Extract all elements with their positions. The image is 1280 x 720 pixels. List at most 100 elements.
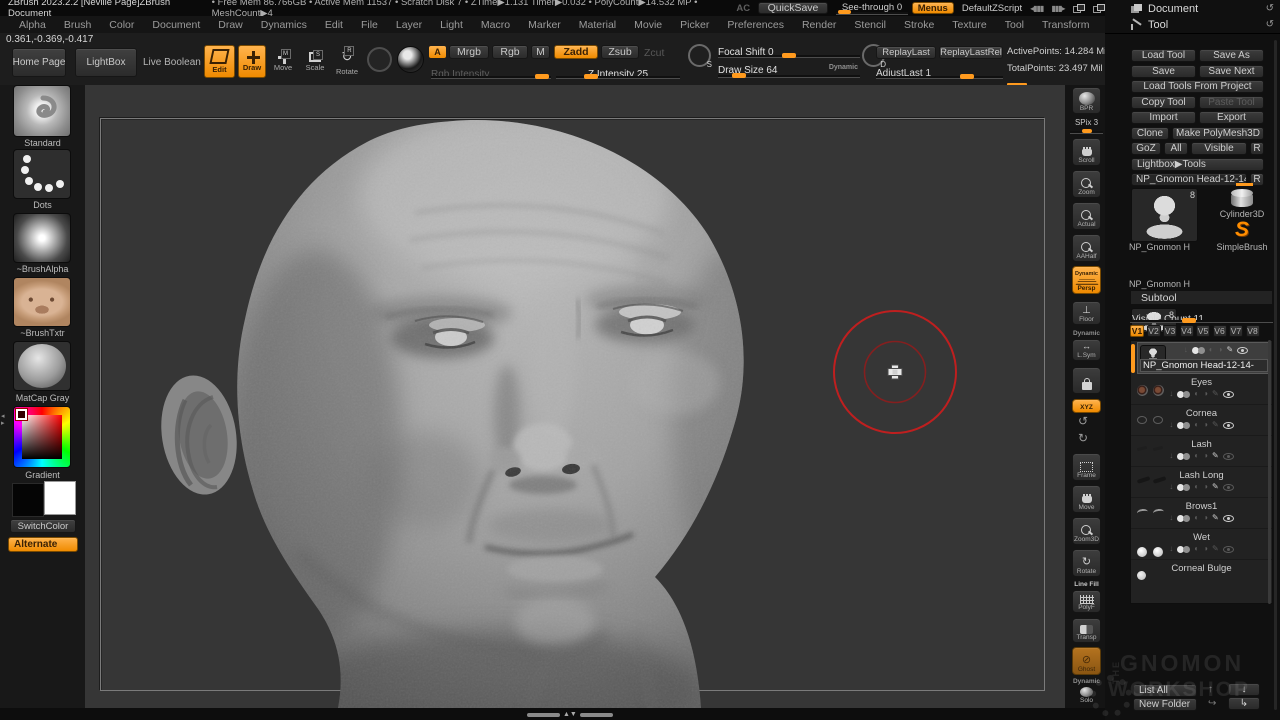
polypaint-icon[interactable]	[1192, 347, 1205, 354]
alternate-button[interactable]: Alternate	[8, 537, 78, 552]
rgb-intensity-slider[interactable]: Rgb Intensity	[431, 64, 551, 78]
lightbox-tools-button[interactable]: Lightbox▶Tools	[1131, 158, 1264, 171]
sculpt-pencil-icon[interactable]: ✎	[1212, 545, 1219, 553]
uv-icon[interactable]: ◐	[1194, 421, 1199, 429]
rotate-3d-button[interactable]: ↻ Rotate	[1072, 549, 1101, 577]
aahalf-button[interactable]: AAHalf	[1072, 234, 1101, 262]
spin-left-icon[interactable]: ↺	[1078, 416, 1088, 427]
menu-stroke[interactable]: Stroke	[895, 19, 943, 31]
save-button[interactable]: Save	[1131, 65, 1196, 78]
persp-button[interactable]: Dynamic Persp	[1072, 266, 1101, 294]
tab-v7[interactable]: V7	[1229, 325, 1243, 337]
subtool-row-eyes[interactable]: Eyes ↓ ◐ ◑ ✎	[1131, 374, 1272, 405]
load-tool-button[interactable]: Load Tool	[1131, 49, 1196, 62]
shrink-icon[interactable]: ↓	[1169, 483, 1173, 491]
focal-shift-slider[interactable]: Focal Shift 0	[718, 42, 860, 56]
menu-brush[interactable]: Brush	[55, 19, 100, 31]
edit-button[interactable]: Edit	[204, 45, 235, 78]
menu-movie[interactable]: Movie	[625, 19, 671, 31]
goz-visible-button[interactable]: Visible	[1191, 142, 1247, 155]
menu-layer[interactable]: Layer	[387, 19, 431, 31]
tab-v4[interactable]: V4	[1180, 325, 1194, 337]
home-page-button[interactable]: Home Page	[12, 48, 66, 77]
tab-v6[interactable]: V6	[1213, 325, 1227, 337]
color-picker[interactable]	[13, 406, 71, 468]
main-color-swatch[interactable]	[12, 483, 44, 517]
subtool-scrollbar[interactable]	[1268, 340, 1271, 604]
subtool-row-brows1[interactable]: Brows1 ↓ ◐ ◑ ✎	[1131, 498, 1272, 529]
subtool-row-corneal-bulge[interactable]: Corneal Bulge	[1131, 560, 1272, 591]
shrink-icon[interactable]: ↓	[1184, 346, 1188, 354]
m-button[interactable]: M	[531, 45, 550, 59]
spin-right-icon[interactable]: ↻	[1078, 433, 1088, 444]
menu-draw[interactable]: Draw	[209, 19, 252, 31]
menu-document[interactable]: Document	[143, 19, 209, 31]
contrast-icon[interactable]: ◑	[1203, 545, 1208, 553]
visibility-eye-icon[interactable]	[1223, 546, 1234, 553]
menu-picker[interactable]: Picker	[671, 19, 718, 31]
shrink-icon[interactable]: ↓	[1169, 421, 1173, 429]
polypaint-icon[interactable]	[1177, 546, 1190, 553]
current-texture-thumb[interactable]	[13, 277, 71, 327]
sculpt-pencil-icon[interactable]: ✎	[1212, 514, 1219, 522]
saturation-square[interactable]	[22, 415, 62, 459]
replay-last-button[interactable]: ReplayLast	[876, 46, 936, 59]
transp-button[interactable]: Transp	[1072, 618, 1101, 643]
tab-v1[interactable]: V1	[1130, 325, 1144, 337]
visibility-eye-icon[interactable]	[1223, 422, 1234, 429]
menu-texture[interactable]: Texture	[943, 19, 995, 31]
goz-r-button[interactable]: R	[1250, 142, 1264, 155]
visibility-eye-icon[interactable]	[1223, 515, 1234, 522]
load-tools-from-project-button[interactable]: Load Tools From Project	[1131, 80, 1264, 93]
live-boolean-label[interactable]: Live Boolean	[143, 57, 201, 68]
polypaint-icon[interactable]	[1177, 515, 1190, 522]
tray-divider-left[interactable]	[527, 713, 560, 717]
move-button[interactable]: M Move	[269, 45, 297, 78]
menu-stencil[interactable]: Stencil	[845, 19, 895, 31]
palette-scrollbar[interactable]	[1274, 40, 1277, 710]
secondary-color-swatch[interactable]	[44, 481, 76, 515]
quicksave-button[interactable]: QuickSave	[758, 2, 828, 14]
menu-transform[interactable]: Transform	[1033, 19, 1098, 31]
current-matcap-thumb[interactable]	[13, 341, 71, 391]
menu-tool[interactable]: Tool	[996, 19, 1033, 31]
move-out-button[interactable]: ↳	[1228, 697, 1260, 710]
menu-material[interactable]: Material	[570, 19, 625, 31]
polypaint-icon[interactable]	[1177, 453, 1190, 460]
color-swatch-badge[interactable]: A	[429, 46, 446, 58]
lsym-button[interactable]: ↔ L.Sym	[1072, 339, 1101, 361]
subtool-header[interactable]: Subtool	[1130, 290, 1273, 305]
copy-config-icon[interactable]	[1073, 4, 1085, 13]
shrink-icon[interactable]: ↓	[1169, 390, 1173, 398]
new-folder-button[interactable]: New Folder	[1133, 698, 1197, 711]
visibility-eye-icon[interactable]	[1223, 453, 1234, 460]
tool-restore-icon[interactable]: ↺	[1266, 19, 1274, 30]
sculpt-pencil-icon[interactable]: ✎	[1212, 390, 1219, 398]
lightbox-button[interactable]: LightBox	[75, 48, 137, 77]
tab-v8[interactable]: V8	[1246, 325, 1260, 337]
uv-icon[interactable]: ◐	[1194, 545, 1199, 553]
spix-slider[interactable]	[1070, 129, 1103, 134]
document-restore-icon[interactable]: ↺	[1266, 3, 1274, 14]
subtool-row-wet[interactable]: Wet ↓ ◐ ◑ ✎	[1131, 529, 1272, 560]
draw-button[interactable]: Draw	[238, 45, 266, 78]
contrast-icon[interactable]: ◑	[1218, 346, 1223, 354]
solo-button[interactable]: Solo	[1072, 686, 1101, 705]
subtool-row-lash[interactable]: Lash ↓ ◐ ◑ ✎	[1131, 436, 1272, 467]
list-all-button[interactable]: List All	[1133, 684, 1197, 697]
polypaint-icon[interactable]	[1177, 391, 1190, 398]
polyframe-button[interactable]: PolyF	[1072, 590, 1101, 613]
menu-dynamics[interactable]: Dynamics	[252, 19, 316, 31]
menu-marker[interactable]: Marker	[519, 19, 570, 31]
subtool-row-lash-long[interactable]: Lash Long ↓ ◐ ◑ ✎	[1131, 467, 1272, 498]
current-brush-thumb[interactable]	[13, 85, 71, 137]
xyz-button[interactable]: XYZ	[1072, 399, 1101, 413]
tray-divider-right[interactable]	[580, 713, 613, 717]
zoom-button[interactable]: Zoom	[1072, 170, 1101, 198]
current-alpha-icon[interactable]	[367, 47, 392, 72]
zsub-button[interactable]: Zsub	[601, 45, 639, 59]
sculpt-pencil-icon[interactable]: ✎	[1212, 421, 1219, 429]
menu-color[interactable]: Color	[100, 19, 143, 31]
move-up-icon[interactable]: ↑	[1208, 684, 1213, 695]
menu-file[interactable]: File	[352, 19, 387, 31]
